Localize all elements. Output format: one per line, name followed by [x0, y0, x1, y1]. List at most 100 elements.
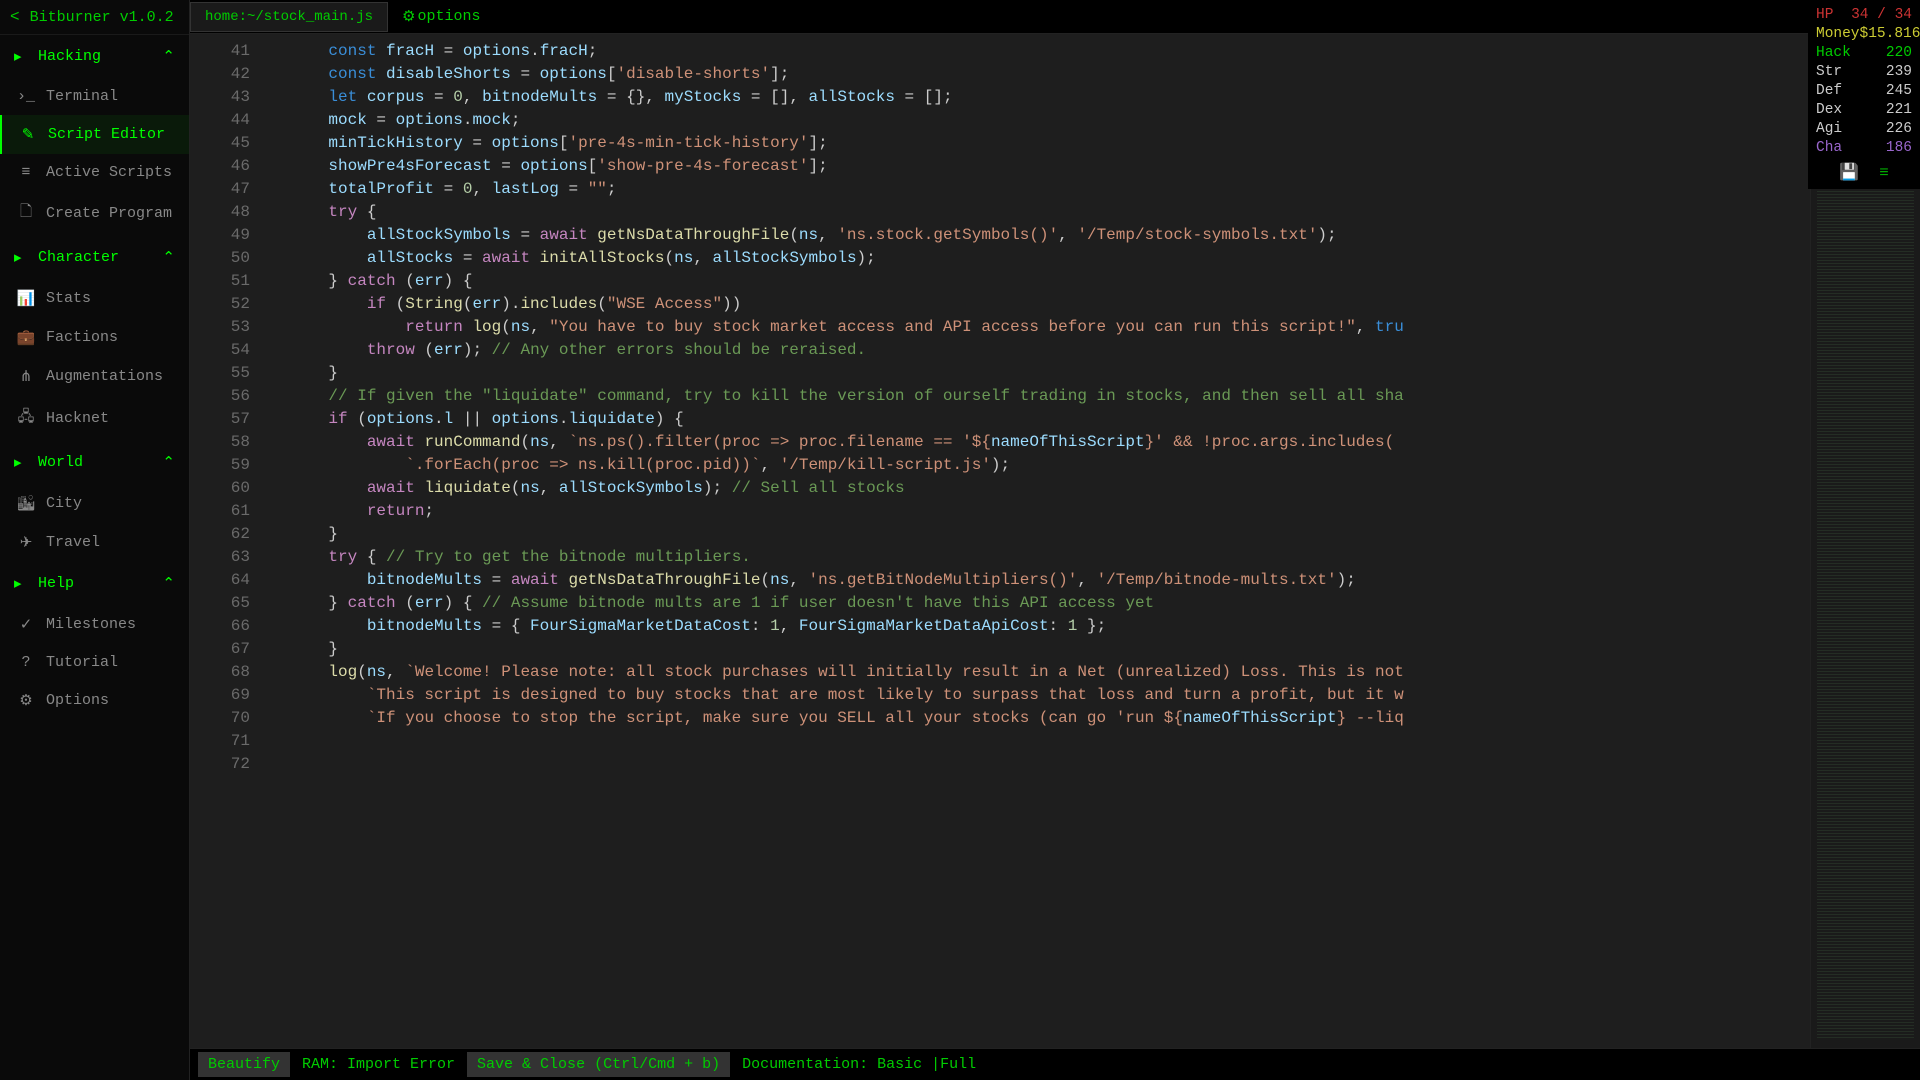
editor-options-button[interactable]: ⚙options [402, 7, 480, 26]
stat-str: Str239 [1816, 63, 1912, 82]
stat-dex: Dex221 [1816, 101, 1912, 120]
nav-item-label: Terminal [46, 88, 175, 105]
code-line[interactable]: await runCommand(ns, `ns.ps().filter(pro… [290, 431, 1810, 454]
nav-item-label: Options [46, 692, 175, 709]
nav-item-active-scripts[interactable]: ≡ Active Scripts [0, 154, 189, 191]
nav-item-create-program[interactable]: 🗋 Create Program [0, 191, 189, 236]
editor-footer: Beautify RAM: Import Error Save & Close … [190, 1048, 1920, 1080]
code-line[interactable]: `This script is designed to buy stocks t… [290, 684, 1810, 707]
file-tab[interactable]: home:~/stock_main.js [190, 2, 388, 32]
sidebar: < Bitburner v1.0.2 ▸Hacking⌃›_Terminal✎S… [0, 0, 190, 1080]
stat-hp: HP34 / 34 [1816, 6, 1912, 25]
code-line[interactable]: throw (err); // Any other errors should … [290, 339, 1810, 362]
code-line[interactable]: minTickHistory = options['pre-4s-min-tic… [290, 132, 1810, 155]
stats-actions: 💾 ≡ [1816, 164, 1912, 183]
nav-item-icon: ≡ [14, 164, 38, 181]
nav-item-icon: ✓ [14, 615, 38, 634]
code-line[interactable]: // If given the "liquidate" command, try… [290, 385, 1810, 408]
code-line[interactable]: showPre4sForecast = options['show-pre-4s… [290, 155, 1810, 178]
code-line[interactable]: bitnodeMults = await getNsDataThroughFil… [290, 569, 1810, 592]
code-line[interactable]: try { [290, 201, 1810, 224]
code-area[interactable]: const fracH = options.fracH; const disab… [270, 34, 1810, 1048]
nav-item-factions[interactable]: 💼 Factions [0, 318, 189, 357]
stat-def: Def245 [1816, 82, 1912, 101]
nav-section-character[interactable]: ▸Character⌃ [0, 236, 189, 279]
code-line[interactable]: let corpus = 0, bitnodeMults = {}, mySto… [290, 86, 1810, 109]
code-line[interactable]: } [290, 523, 1810, 546]
stats-panel: HP34 / 34 Money$15.816b Hack220 Str239 D… [1808, 0, 1920, 189]
code-line[interactable]: } [290, 362, 1810, 385]
code-editor[interactable]: 4142434445464748495051525354555657585960… [190, 34, 1920, 1048]
nav-item-label: Active Scripts [46, 164, 175, 181]
code-line[interactable]: return; [290, 500, 1810, 523]
main: HP34 / 34 Money$15.816b Hack220 Str239 D… [190, 0, 1920, 1080]
chevron-down-icon: ⌃ [162, 47, 175, 66]
chevron-down-icon: ⌃ [162, 574, 175, 593]
nav-item-icon: 🏙 [14, 494, 38, 513]
doc-label: Documentation: Basic |Full [736, 1056, 982, 1073]
nav-item-milestones[interactable]: ✓ Milestones [0, 605, 189, 644]
code-line[interactable]: `.forEach(proc => ns.kill(proc.pid))`, '… [290, 454, 1810, 477]
nav-item-tutorial[interactable]: ? Tutorial [0, 644, 189, 681]
code-line[interactable]: if (options.l || options.liquidate) { [290, 408, 1810, 431]
nav-item-icon: 💼 [14, 328, 38, 347]
save-icon[interactable]: 💾 [1839, 164, 1859, 183]
back-icon[interactable]: < [10, 8, 20, 26]
ram-status: RAM: Import Error [296, 1056, 461, 1073]
save-close-button[interactable]: Save & Close (Ctrl/Cmd + b) [467, 1052, 730, 1077]
chevron-down-icon: ⌃ [162, 248, 175, 267]
code-line[interactable]: if (String(err).includes("WSE Access")) [290, 293, 1810, 316]
code-line[interactable]: log(ns, `Welcome! Please note: all stock… [290, 661, 1810, 684]
doc-basic-link[interactable]: Basic [877, 1056, 922, 1073]
line-gutter: 4142434445464748495051525354555657585960… [190, 34, 270, 1048]
nav-item-terminal[interactable]: ›_ Terminal [0, 78, 189, 115]
code-line[interactable]: allStocks = await initAllStocks(ns, allS… [290, 247, 1810, 270]
doc-full-link[interactable]: Full [940, 1056, 976, 1073]
beautify-button[interactable]: Beautify [198, 1052, 290, 1077]
menu-icon[interactable]: ≡ [1879, 164, 1889, 183]
code-line[interactable]: try { // Try to get the bitnode multipli… [290, 546, 1810, 569]
code-line[interactable]: } catch (err) { [290, 270, 1810, 293]
nav-item-label: Milestones [46, 616, 175, 633]
nav-item-icon: ? [14, 654, 38, 671]
stat-cha: Cha186 [1816, 139, 1912, 158]
nav-section-help[interactable]: ▸Help⌃ [0, 562, 189, 605]
code-line[interactable]: mock = options.mock; [290, 109, 1810, 132]
nav-section-world[interactable]: ▸World⌃ [0, 441, 189, 484]
nav-item-label: Create Program [46, 205, 175, 222]
nav-item-icon: 🗋 [14, 201, 38, 226]
nav-item-label: Factions [46, 329, 175, 346]
code-line[interactable]: `If you choose to stop the script, make … [290, 707, 1810, 730]
code-line[interactable]: allStockSymbols = await getNsDataThrough… [290, 224, 1810, 247]
app-root: < Bitburner v1.0.2 ▸Hacking⌃›_Terminal✎S… [0, 0, 1920, 1080]
code-line[interactable]: await liquidate(ns, allStockSymbols); //… [290, 477, 1810, 500]
nav-section-hacking[interactable]: ▸Hacking⌃ [0, 35, 189, 78]
section-icon: ▸ [14, 453, 38, 472]
code-line[interactable]: bitnodeMults = { FourSigmaMarketDataCost… [290, 615, 1810, 638]
nav-item-augmentations[interactable]: ⋔Augmentations [0, 357, 189, 396]
stat-hack: Hack220 [1816, 44, 1912, 63]
nav-item-options[interactable]: ⚙ Options [0, 681, 189, 720]
chevron-down-icon: ⌃ [162, 453, 175, 472]
nav-item-travel[interactable]: ✈Travel [0, 523, 189, 562]
nav-item-script-editor[interactable]: ✎Script Editor [0, 115, 189, 154]
nav-item-stats[interactable]: 📊Stats [0, 279, 189, 318]
nav-item-hacknet[interactable]: 🖧Hacknet [0, 396, 189, 441]
minimap-viz [1817, 44, 1914, 1038]
code-line[interactable]: totalProfit = 0, lastLog = ""; [290, 178, 1810, 201]
code-line[interactable]: return log(ns, "You have to buy stock ma… [290, 316, 1810, 339]
nav-item-label: Stats [46, 290, 175, 307]
nav-item-icon: ›_ [14, 88, 38, 105]
code-line[interactable]: const disableShorts = options['disable-s… [290, 63, 1810, 86]
nav-item-icon: ✎ [16, 125, 40, 144]
code-line[interactable]: } [290, 638, 1810, 661]
nav-item-city[interactable]: 🏙City [0, 484, 189, 523]
nav-item-icon: 🖧 [14, 406, 38, 431]
code-line[interactable]: const fracH = options.fracH; [290, 40, 1810, 63]
gear-icon: ⚙ [402, 7, 415, 26]
nav-item-label: Tutorial [46, 654, 175, 671]
app-title: Bitburner v1.0.2 [30, 9, 174, 26]
nav-item-label: Augmentations [46, 368, 175, 385]
nav-item-icon: ⚙ [14, 691, 38, 710]
code-line[interactable]: } catch (err) { // Assume bitnode mults … [290, 592, 1810, 615]
